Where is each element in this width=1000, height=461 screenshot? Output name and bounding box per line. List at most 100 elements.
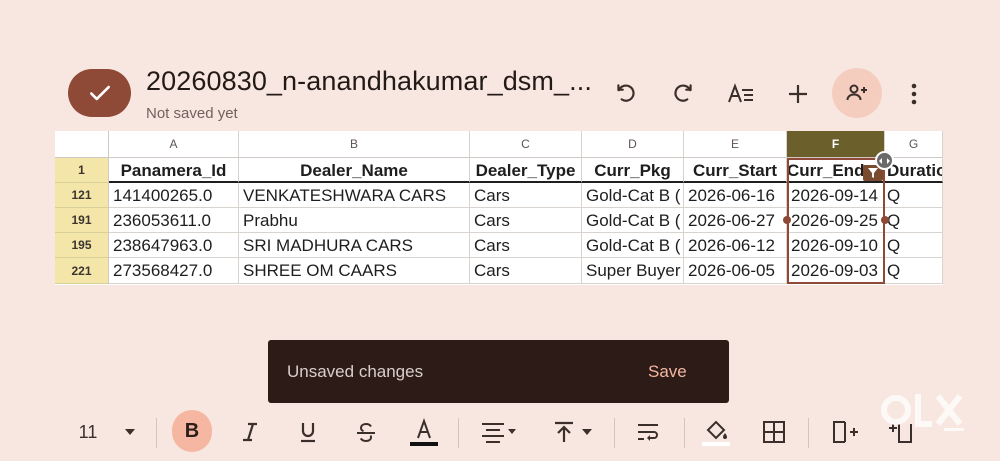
underline-icon	[301, 423, 315, 443]
text-color-button[interactable]	[404, 412, 444, 452]
row-header[interactable]: 195	[55, 233, 109, 258]
column-header-f[interactable]: F	[787, 131, 885, 158]
text-color-icon	[410, 417, 438, 446]
selection-handle-right[interactable]	[881, 216, 889, 224]
strikethrough-icon	[357, 422, 375, 443]
row-header[interactable]: 191	[55, 208, 109, 233]
column-header-d[interactable]: D	[582, 131, 684, 158]
cell-duration[interactable]: Q	[885, 208, 943, 233]
header-cell-panamera-id[interactable]: Panamera_Id	[109, 158, 239, 183]
header-cell-curr-start[interactable]: Curr_Start	[684, 158, 787, 183]
resize-arrows-icon	[879, 157, 890, 164]
cell-curr-start[interactable]: 2026-06-27	[684, 208, 787, 233]
cell-dealer-type[interactable]: Cars	[470, 258, 582, 284]
cell-panamera-id[interactable]: 238647963.0	[109, 233, 239, 258]
cell-curr-pkg[interactable]: Gold-Cat B (	[582, 183, 684, 208]
align-center-icon	[482, 423, 516, 443]
filter-icon	[868, 168, 878, 178]
toolbar-divider	[808, 418, 809, 448]
redo-icon	[674, 84, 692, 102]
cell-curr-end[interactable]: 2026-09-03	[787, 258, 885, 284]
cell-duration[interactable]: Q	[885, 233, 943, 258]
strikethrough-button[interactable]	[346, 412, 386, 452]
bold-button[interactable]: B	[172, 410, 212, 452]
unsaved-changes-snackbar: Unsaved changes Save	[268, 340, 729, 403]
text-format-button[interactable]	[719, 72, 763, 116]
cell-dealer-name[interactable]: SRI MADHURA CARS	[239, 233, 470, 258]
row-header[interactable]: 121	[55, 183, 109, 208]
merge-cells-button[interactable]	[822, 412, 868, 452]
fill-color-icon	[702, 420, 730, 446]
italic-button[interactable]	[230, 412, 270, 452]
vertical-align-button[interactable]	[548, 412, 598, 452]
toolbar-divider	[156, 418, 157, 448]
cell-curr-end[interactable]: 2026-09-10	[787, 233, 885, 258]
save-status: Not saved yet	[146, 105, 238, 122]
column-header-e[interactable]: E	[684, 131, 787, 158]
toolbar-divider	[684, 418, 685, 448]
save-button[interactable]: Save	[648, 362, 687, 382]
cell-panamera-id[interactable]: 141400265.0	[109, 183, 239, 208]
cell-panamera-id[interactable]: 236053611.0	[109, 208, 239, 233]
dropdown-arrow-icon	[125, 429, 135, 435]
borders-icon	[763, 421, 785, 443]
cell-dealer-type[interactable]: Cars	[470, 208, 582, 233]
share-button[interactable]	[832, 68, 882, 118]
select-all-corner[interactable]	[55, 131, 109, 158]
cell-dealer-type[interactable]: Cars	[470, 183, 582, 208]
row-header-1[interactable]: 1	[55, 158, 109, 183]
font-size-dropdown[interactable]	[116, 412, 144, 452]
vertical-align-top-icon	[555, 421, 592, 442]
spreadsheet-grid: A B C D E F G 1 Panamera_Id Dealer_Name …	[55, 131, 943, 285]
column-header-c[interactable]: C	[470, 131, 582, 158]
document-title[interactable]: 20260830_n-anandhakumar_dsm_...	[146, 66, 592, 97]
column-header-a[interactable]: A	[109, 131, 239, 158]
selection-handle-left[interactable]	[783, 216, 791, 224]
cell-curr-start[interactable]: 2026-06-05	[684, 258, 787, 284]
cell-curr-start[interactable]: 2026-06-16	[684, 183, 787, 208]
font-size-value[interactable]: 11	[70, 412, 106, 452]
merge-cells-icon	[833, 421, 858, 443]
add-person-icon	[846, 84, 867, 101]
text-format-icon	[728, 83, 753, 103]
undo-button[interactable]	[604, 72, 648, 116]
cell-dealer-name[interactable]: VENKATESHWARA CARS	[239, 183, 470, 208]
cell-curr-pkg[interactable]: Super Buyer	[582, 258, 684, 284]
cell-dealer-type[interactable]: Cars	[470, 233, 582, 258]
snackbar-message: Unsaved changes	[287, 362, 424, 381]
olx-watermark-logo	[880, 388, 970, 436]
cell-duration[interactable]: Q	[885, 183, 943, 208]
column-header-g[interactable]: G	[885, 131, 943, 158]
cell-curr-pkg[interactable]: Gold-Cat B (	[582, 233, 684, 258]
cell-curr-end[interactable]: 2026-09-25	[787, 208, 885, 233]
cell-dealer-name[interactable]: Prabhu	[239, 208, 470, 233]
undo-icon	[617, 84, 635, 102]
more-vert-icon	[911, 83, 917, 105]
cell-curr-pkg[interactable]: Gold-Cat B (	[582, 208, 684, 233]
italic-icon	[243, 422, 257, 442]
toolbar-divider	[458, 418, 459, 448]
toolbar-divider	[614, 418, 615, 448]
cell-dealer-name[interactable]: SHREE OM CAARS	[239, 258, 470, 284]
cell-panamera-id[interactable]: 273568427.0	[109, 258, 239, 284]
horizontal-align-button[interactable]	[474, 412, 524, 452]
wrap-text-icon	[638, 424, 658, 441]
more-options-button[interactable]	[892, 72, 936, 116]
header-cell-curr-pkg[interactable]: Curr_Pkg	[582, 158, 684, 183]
cell-duration[interactable]: Q	[885, 258, 943, 284]
column-resize-handle[interactable]	[875, 151, 894, 170]
redo-button[interactable]	[661, 72, 705, 116]
borders-button[interactable]	[754, 412, 794, 452]
underline-button[interactable]	[288, 412, 328, 452]
fill-color-button[interactable]	[696, 412, 736, 452]
insert-button[interactable]	[776, 72, 820, 116]
column-header-b[interactable]: B	[239, 131, 470, 158]
cell-curr-end[interactable]: 2026-09-14	[787, 183, 885, 208]
check-icon	[89, 85, 110, 101]
header-cell-dealer-type[interactable]: Dealer_Type	[470, 158, 582, 183]
wrap-text-button[interactable]	[628, 412, 668, 452]
cell-curr-start[interactable]: 2026-06-12	[684, 233, 787, 258]
header-cell-dealer-name[interactable]: Dealer_Name	[239, 158, 470, 183]
done-button[interactable]	[68, 69, 131, 117]
row-header[interactable]: 221	[55, 258, 109, 284]
